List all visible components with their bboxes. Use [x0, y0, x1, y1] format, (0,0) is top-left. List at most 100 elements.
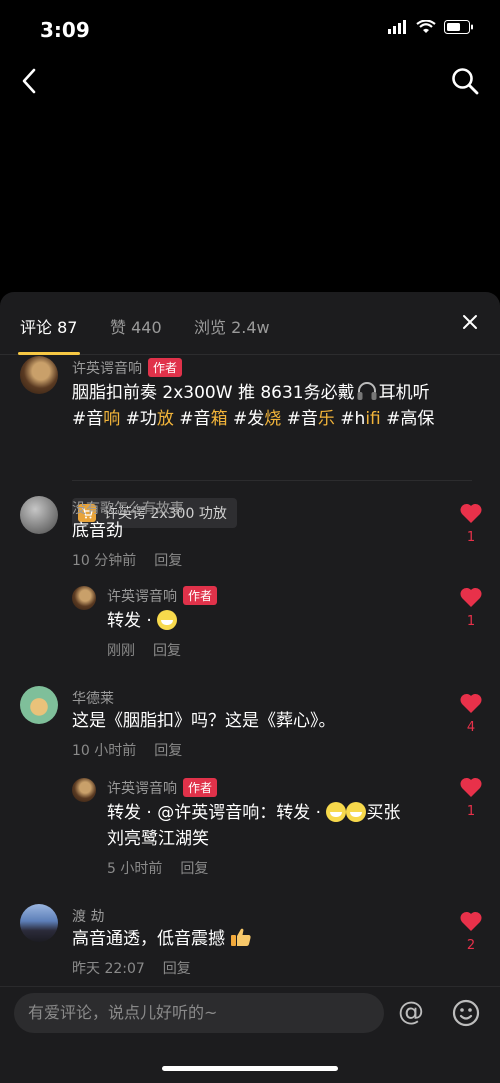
tab-views[interactable]: 浏览 2.4w: [194, 314, 270, 338]
divider: [72, 480, 472, 481]
comment-text-content: 高音通透，低音震撼: [72, 929, 231, 949]
hashtag-fragment: #音: [173, 409, 211, 429]
comment-input[interactable]: 有爱评论，说点儿好听的~: [14, 993, 384, 1033]
comment-text: 高音通透，低音震撼: [72, 926, 252, 952]
post-text-part-a: 胭脂扣前奏 2x300W 推 8631务必戴: [72, 383, 355, 403]
reply-text-part-b: 买张: [366, 803, 401, 823]
reply-meta: 刚刚 回复: [107, 640, 199, 660]
like-button[interactable]: 2: [458, 910, 484, 953]
post-author-name: 许英谔音响: [72, 361, 142, 377]
laughing-emoji-icon: [326, 802, 347, 822]
hashtag-fragment: 烧: [264, 409, 282, 429]
comment-time: 10 分钟前: [72, 553, 137, 569]
reply-button[interactable]: 回复: [154, 743, 182, 759]
wifi-icon: [416, 20, 436, 33]
search-icon[interactable]: [450, 66, 480, 96]
hashtag-fragment: #h: [334, 409, 366, 429]
grinning-emoji-icon: [346, 802, 367, 822]
reply-text: 转发 ·: [107, 608, 178, 634]
comment-item: 没有歌怎么有故事 底音劲 10 分钟前 回复 1: [0, 488, 500, 578]
headphones-icon: [357, 382, 377, 400]
reply-meta: 5 小时前 回复: [107, 858, 226, 878]
battery-icon: [444, 20, 473, 34]
reply-item: 许英谔音响 作者 转发 · @许英谔音响：转发 · 买张 刘亮鹭江湖笑 5 小时前…: [0, 768, 500, 878]
comment-meta: 10 小时前 回复: [72, 740, 200, 760]
thumbs-up-icon: [231, 928, 252, 946]
like-count: 4: [466, 720, 476, 735]
home-indicator: [162, 1066, 338, 1071]
comment-text: 底音劲: [72, 521, 123, 541]
reply-avatar[interactable]: [72, 778, 96, 802]
reply-button[interactable]: 回复: [180, 861, 208, 877]
comment-sheet: 评论 87 赞 440 浏览 2.4w 许英谔音响 作者 胭脂扣前奏 2x300W…: [0, 292, 500, 1082]
hashtag-fragment: 箱: [210, 409, 228, 429]
hashtag-fragment: 乐: [317, 409, 335, 429]
tab-likes-count: 440: [131, 318, 162, 337]
hashtag-fragment: 放: [156, 409, 174, 429]
hashtag-fragment: #音: [281, 409, 318, 429]
tab-views-label: 浏览: [194, 318, 227, 337]
tab-views-count: 2.4w: [231, 318, 270, 337]
post-caption: 许英谔音响 作者 胭脂扣前奏 2x300W 推 8631务必戴 耳机听 #音响 #功…: [0, 354, 500, 528]
heart-icon: [460, 503, 482, 523]
comment-tabs: 评论 87 赞 440 浏览 2.4w: [0, 292, 500, 355]
author-badge: 作者: [183, 778, 218, 797]
like-button[interactable]: 1: [458, 502, 484, 545]
post-text-part-b: 耳机听: [378, 383, 430, 403]
heart-icon: [460, 693, 482, 713]
reply-username[interactable]: 许英谔音响 作者: [107, 586, 218, 606]
tab-comments[interactable]: 评论 87: [20, 314, 77, 338]
hashtag-fragment: ifi: [365, 409, 381, 429]
comment-username[interactable]: 渡 劫: [72, 906, 104, 926]
heart-icon: [460, 777, 482, 797]
comment-time: 10 小时前: [72, 743, 137, 759]
like-button[interactable]: 1: [458, 776, 484, 819]
user-avatar[interactable]: [20, 686, 58, 724]
reply-button[interactable]: 回复: [163, 961, 191, 977]
close-icon[interactable]: [462, 314, 478, 330]
grinning-emoji-icon: [157, 610, 178, 630]
reply-avatar[interactable]: [72, 586, 96, 610]
user-avatar[interactable]: [20, 904, 58, 942]
reply-text-part-a: 转发 · @许英谔音响：转发 ·: [107, 803, 327, 823]
tab-likes[interactable]: 赞 440: [110, 314, 162, 338]
reply-button[interactable]: 回复: [153, 643, 181, 659]
comment-meta: 昨天 22:07 回复: [72, 958, 209, 978]
author-avatar[interactable]: [20, 356, 58, 394]
like-count: 1: [466, 530, 476, 545]
user-avatar[interactable]: [20, 496, 58, 534]
reply-username[interactable]: 许英谔音响 作者: [107, 778, 218, 798]
like-count: 2: [466, 938, 476, 953]
signal-icon: [388, 20, 406, 34]
status-time: 3:09: [40, 18, 90, 42]
author-badge: 作者: [183, 586, 218, 605]
post-author[interactable]: 许英谔音响 作者: [72, 358, 183, 378]
comment-username[interactable]: 华德莱: [72, 688, 114, 708]
mention-icon[interactable]: @: [398, 997, 424, 1027]
comment-time: 昨天 22:07: [72, 961, 145, 977]
like-count: 1: [466, 614, 476, 629]
hashtag-fragment: 响: [103, 409, 121, 429]
status-bar: 3:09: [0, 0, 500, 60]
reply-text: 转发 · @许英谔音响：转发 · 买张 刘亮鹭江湖笑: [107, 800, 467, 852]
post-text: 胭脂扣前奏 2x300W 推 8631务必戴 耳机听 #音响 #功放 #音箱 #发…: [72, 380, 472, 432]
hashtag-fragment: #功: [120, 409, 157, 429]
comment-username[interactable]: 没有歌怎么有故事: [72, 498, 184, 518]
like-button[interactable]: 4: [458, 692, 484, 735]
reply-user-name: 许英谔音响: [107, 781, 177, 797]
hashtag-fragment: #音: [72, 409, 104, 429]
heart-icon: [460, 911, 482, 931]
comment-meta: 10 分钟前 回复: [72, 550, 200, 570]
comment-item: 华德莱 这是《胭脂扣》吗？这是《葬心》。 10 小时前 回复 4: [0, 678, 500, 768]
like-count: 1: [466, 804, 476, 819]
comment-item: 渡 劫 高音通透，低音震撼 昨天 22:07 回复 2: [0, 896, 500, 986]
hashtag-fragment: #发: [227, 409, 265, 429]
emoji-icon[interactable]: [452, 999, 480, 1027]
reply-button[interactable]: 回复: [154, 553, 182, 569]
heart-icon: [460, 587, 482, 607]
reply-time: 刚刚: [107, 643, 135, 659]
back-arrow-icon[interactable]: [18, 66, 40, 96]
post-hashtags[interactable]: #音响 #功放 #音箱 #发烧 #音乐 #hifi #高保: [72, 409, 434, 429]
system-icons: [388, 20, 474, 34]
like-button[interactable]: 1: [458, 586, 484, 629]
